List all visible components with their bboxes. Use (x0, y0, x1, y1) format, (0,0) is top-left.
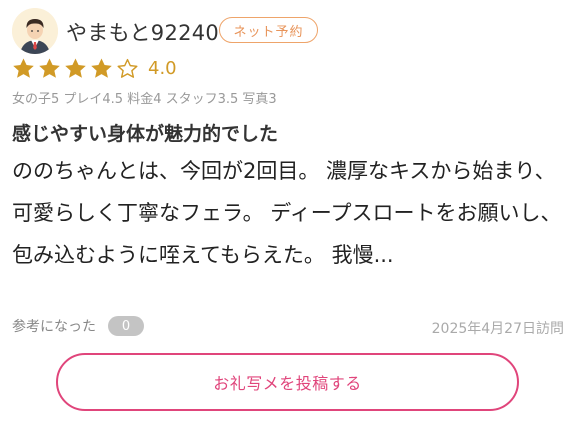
star-filled-icon (13, 58, 34, 78)
review-title: 感じやすい身体が魅力的でした (12, 123, 279, 145)
net-reservation-badge: ネット予約 (219, 17, 318, 43)
avatar (12, 8, 58, 54)
star-filled-icon (39, 58, 60, 78)
rating-stars: 4.0 (12, 57, 177, 80)
post-thank-you-photo-button[interactable]: お礼写メを投稿する (56, 353, 519, 411)
review-body[interactable]: ののちゃんとは、今回が2回目。 濃厚なキスから始まり、可愛らしく丁寧なフェラ。 … (12, 150, 570, 276)
user-avatar-icon (12, 8, 58, 54)
sub-scores: 女の子5 プレイ4.5 料金4 スタッフ3.5 写真3 (12, 92, 277, 107)
visit-date: 2025年4月27日訪問 (431, 321, 564, 337)
helpful-count-button[interactable]: 0 (108, 316, 144, 336)
username: やまもと92240 (66, 21, 220, 45)
star-filled-icon (65, 58, 86, 78)
rating-score: 4.0 (148, 58, 177, 79)
helpful-section: 参考になった 0 (12, 316, 144, 336)
star-filled-icon (91, 58, 112, 78)
helpful-label: 参考になった (12, 319, 96, 335)
star-empty-icon (117, 58, 138, 78)
